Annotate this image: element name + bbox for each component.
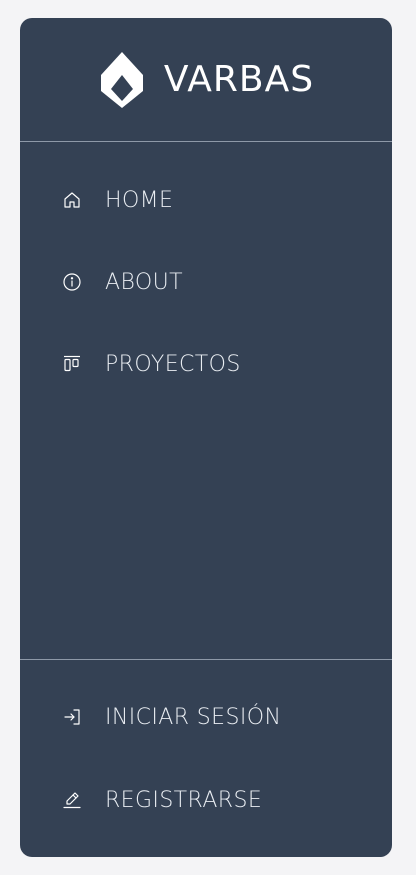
nav-item-register[interactable]: REGISTRARSE xyxy=(20,775,392,825)
nav-item-register-label: REGISTRARSE xyxy=(105,787,263,813)
brand-logo-icon xyxy=(98,51,146,109)
nav-item-home-label: HOME xyxy=(105,187,174,213)
brand-name: VARBAS xyxy=(163,58,315,100)
home-icon xyxy=(62,190,82,210)
pencil-icon xyxy=(62,790,82,810)
divider-top xyxy=(20,141,392,142)
info-circle-icon xyxy=(62,272,82,292)
nav-item-login[interactable]: INICIAR SESIÓN xyxy=(20,692,392,742)
kanban-board-icon xyxy=(62,354,82,374)
nav-item-proyectos[interactable]: PROYECTOS xyxy=(20,339,392,389)
nav-item-proyectos-label: PROYECTOS xyxy=(105,351,241,377)
nav-item-about[interactable]: ABOUT xyxy=(20,257,392,307)
nav-item-login-label: INICIAR SESIÓN xyxy=(105,704,282,730)
login-arrow-icon xyxy=(62,707,82,727)
divider-bottom xyxy=(20,659,392,660)
nav-item-about-label: ABOUT xyxy=(105,269,183,295)
brand-header[interactable]: VARBAS xyxy=(20,18,392,141)
sidebar: VARBAS HOME ABOUT PROYECTOS INICIAR SESI… xyxy=(20,18,392,857)
nav-item-home[interactable]: HOME xyxy=(20,175,392,225)
